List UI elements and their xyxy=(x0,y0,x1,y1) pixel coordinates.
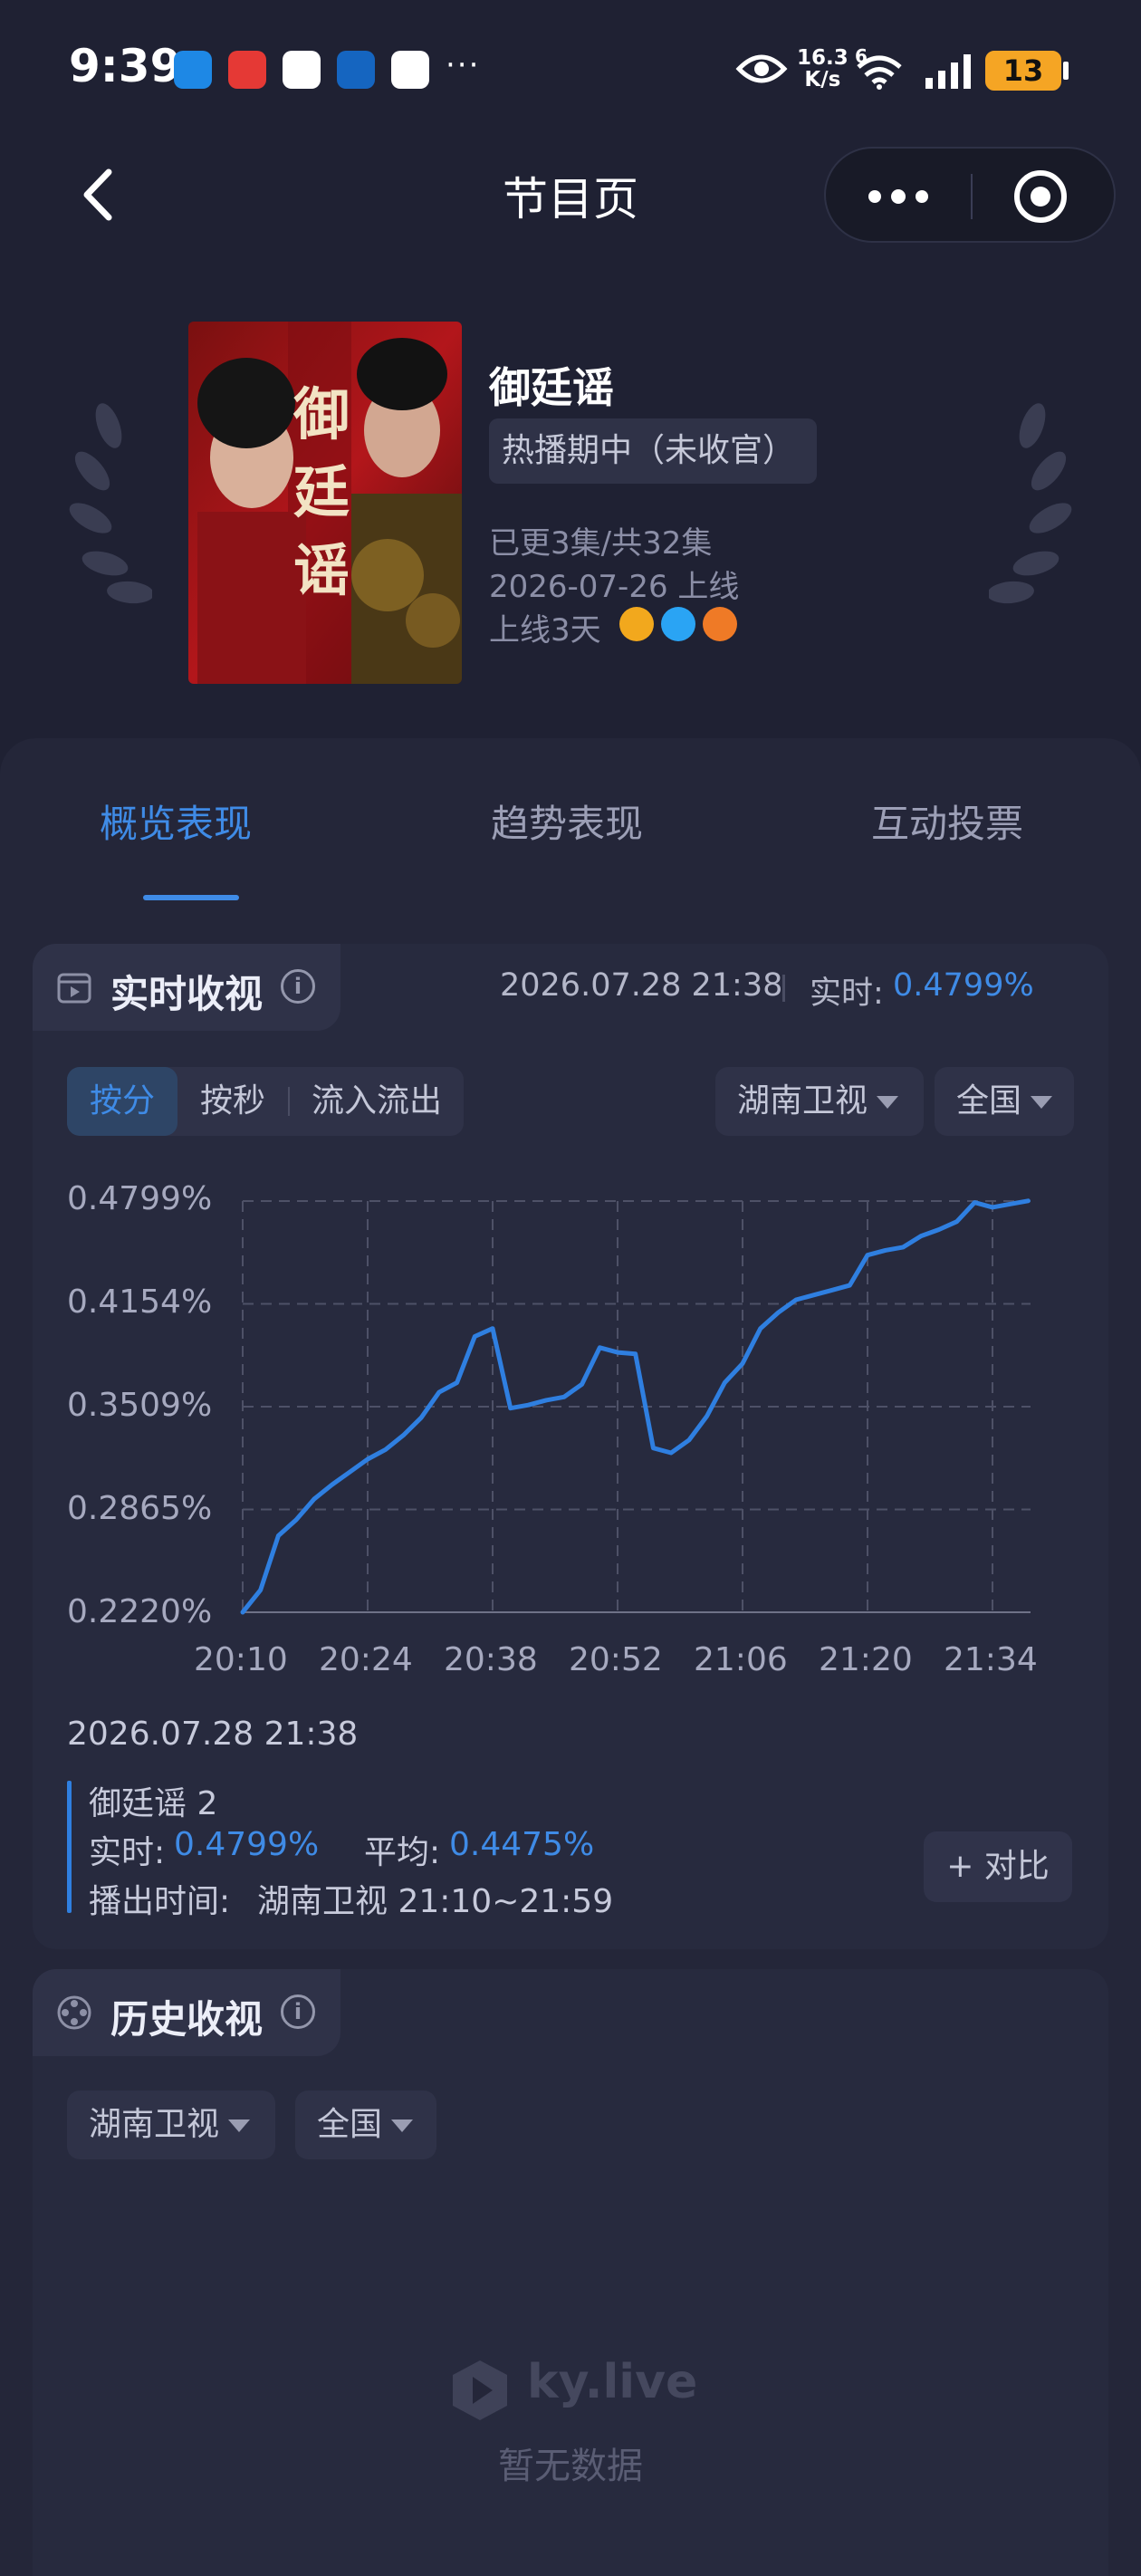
mango-tv-icon xyxy=(619,607,654,641)
header-divider xyxy=(782,975,785,1002)
release-date: 2026-07-26 上线 xyxy=(489,569,740,605)
average-value: 0.4475% xyxy=(449,1826,595,1863)
mini-program-capsule xyxy=(824,147,1116,243)
segment-per-minute[interactable]: 按分 xyxy=(67,1067,177,1136)
realtime-timestamp: 2026.07.28 21:38 xyxy=(500,967,783,1004)
caret-down-icon xyxy=(877,1096,899,1109)
wifi-icon xyxy=(857,55,902,90)
history-title: 历史收视 xyxy=(110,1997,264,2042)
status-bar: 9:39 ··· 16.3 K/s 6 13 xyxy=(0,0,1141,136)
app-notification-icon xyxy=(228,51,266,89)
app-notification-icon xyxy=(337,51,375,89)
film-reel-icon xyxy=(57,1995,91,2030)
laurel-right-icon xyxy=(989,403,1072,604)
airtime-value: 湖南卫视 21:10~21:59 xyxy=(257,1883,614,1920)
mgtv-icon xyxy=(703,607,737,641)
laurel-left-icon xyxy=(69,403,152,604)
realtime-value: 0.4799% xyxy=(893,967,1034,1004)
capsule-divider xyxy=(971,174,973,219)
app-notification-icon xyxy=(174,51,212,89)
tab-trend[interactable]: 趋势表现 xyxy=(491,793,643,849)
caret-down-icon xyxy=(1031,1096,1053,1109)
history-channel-dropdown[interactable]: 湖南卫视 xyxy=(67,2091,275,2159)
show-poster[interactable]: 御廷谣 xyxy=(188,322,462,684)
detail-timestamp: 2026.07.28 21:38 xyxy=(67,1716,359,1753)
region-dropdown[interactable]: 全国 xyxy=(935,1067,1074,1136)
app-notification-icon xyxy=(391,51,429,89)
online-days: 上线3天 xyxy=(489,612,601,649)
more-options-button[interactable] xyxy=(866,183,931,210)
tv-play-icon xyxy=(57,973,91,1004)
battery-indicator: 13 xyxy=(985,51,1061,91)
kylive-logo-icon xyxy=(453,2360,507,2420)
info-icon[interactable]: i xyxy=(281,1994,315,2029)
watermark-text: ky.live xyxy=(527,2355,698,2409)
channel-dropdown[interactable]: 湖南卫视 xyxy=(715,1067,924,1136)
close-miniprogram-button[interactable] xyxy=(1012,168,1069,225)
live-value: 0.4799% xyxy=(174,1826,320,1863)
battery-tip xyxy=(1063,62,1069,80)
episode-count: 已更3集/共32集 xyxy=(489,525,713,562)
poster-title-text: 御廷谣 xyxy=(292,381,350,603)
caret-down-icon xyxy=(228,2119,251,2132)
show-title: 御廷谣 xyxy=(489,363,614,412)
info-icon[interactable]: i xyxy=(281,969,315,1004)
realtime-label: 实时: xyxy=(810,976,884,1012)
eye-icon xyxy=(735,54,788,83)
ratings-line-chart xyxy=(240,1198,1031,1615)
tab-indicator xyxy=(143,895,239,900)
segment-flow[interactable]: 流入流出 xyxy=(290,1067,464,1136)
tab-overview[interactable]: 概览表现 xyxy=(100,793,252,849)
app-notification-icon xyxy=(283,51,321,89)
empty-state-text: 暂无数据 xyxy=(498,2446,643,2487)
series-color-bar xyxy=(67,1781,72,1913)
signal-icon xyxy=(925,54,971,89)
net-speed: 16.3 K/s xyxy=(797,46,849,91)
segment-per-second[interactable]: 按秒 xyxy=(177,1067,288,1136)
tencent-video-icon xyxy=(661,607,695,641)
status-time: 9:39 xyxy=(69,40,182,92)
average-label: 平均: xyxy=(364,1834,441,1871)
history-region-dropdown[interactable]: 全国 xyxy=(295,2091,436,2159)
caret-down-icon xyxy=(391,2119,414,2132)
airing-status-badge: 热播期中（未收官） xyxy=(489,418,817,484)
compare-button[interactable]: + 对比 xyxy=(924,1831,1072,1902)
airtime-label: 播出时间: xyxy=(89,1883,231,1920)
series-name: 御廷谣 2 xyxy=(89,1785,218,1822)
granularity-segmented-control: 按分 按秒 流入流出 xyxy=(67,1067,464,1136)
live-label: 实时: xyxy=(89,1834,166,1871)
more-notifications-icon: ··· xyxy=(446,47,481,83)
realtime-title: 实时收视 xyxy=(110,972,264,1016)
tab-vote[interactable]: 互动投票 xyxy=(871,793,1023,849)
